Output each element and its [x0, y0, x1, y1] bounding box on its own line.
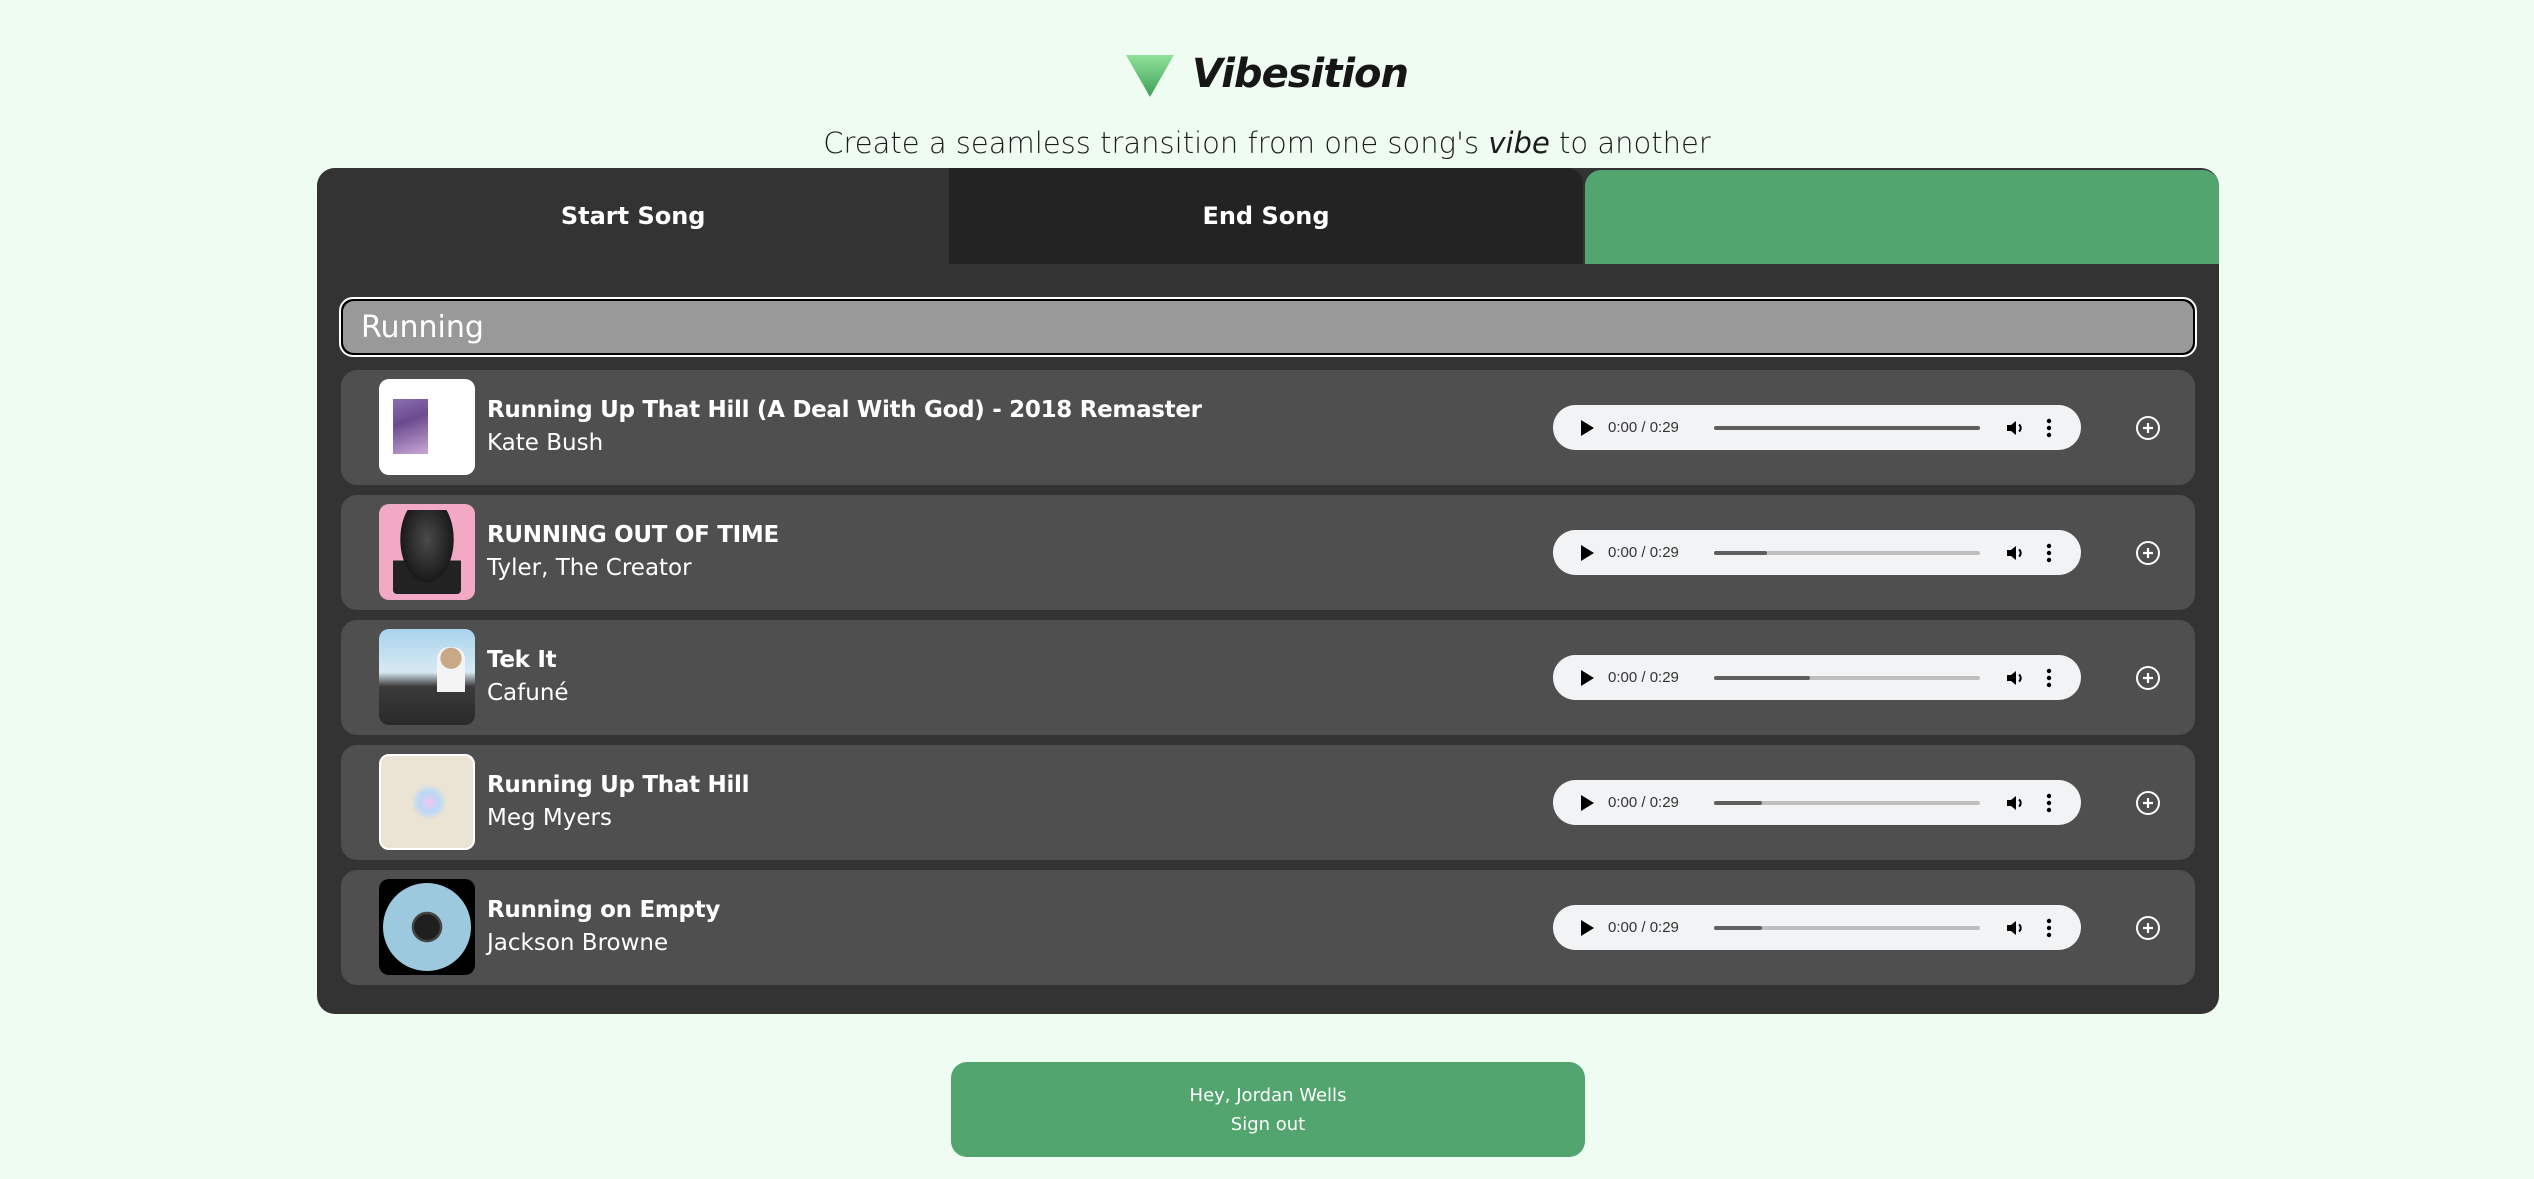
seek-bar[interactable] — [1714, 425, 1980, 430]
add-circle-icon[interactable] — [2135, 540, 2161, 566]
sign-out-link[interactable]: Sign out — [1231, 1114, 1305, 1135]
play-icon[interactable] — [1581, 669, 1594, 686]
album-art-jackson-browne — [379, 879, 475, 975]
play-icon[interactable] — [1581, 419, 1594, 436]
list-item[interactable]: RUNNING OUT OF TIME Tyler, The Creator 0… — [341, 495, 2195, 610]
tagline-emphasis: vibe — [1488, 126, 1550, 160]
more-options-icon[interactable] — [2046, 543, 2052, 563]
song-title: Running on Empty — [487, 897, 721, 923]
audio-player: 0:00 / 0:29 — [1553, 780, 2081, 825]
buffered-fill — [1714, 425, 1980, 430]
song-artist: Kate Bush — [487, 430, 604, 456]
add-circle-icon[interactable] — [2135, 415, 2161, 441]
tagline: Create a seamless transition from one so… — [0, 126, 2534, 160]
list-item[interactable]: Running Up That Hill Meg Myers 0:00 / 0:… — [341, 745, 2195, 860]
song-artist: Tyler, The Creator — [487, 555, 692, 581]
more-options-icon[interactable] — [2046, 918, 2052, 938]
seek-bar[interactable] — [1714, 800, 1980, 805]
volume-icon[interactable] — [2006, 544, 2026, 562]
play-icon[interactable] — [1581, 544, 1594, 561]
playback-time: 0:00 / 0:29 — [1608, 794, 1679, 811]
volume-icon[interactable] — [2006, 794, 2026, 812]
brand: Vibesition — [0, 44, 2534, 104]
song-title: Running Up That Hill (A Deal With God) -… — [487, 397, 1202, 423]
volume-icon[interactable] — [2006, 669, 2026, 687]
buffered-fill — [1714, 550, 1768, 555]
list-item[interactable]: Tek It Cafuné 0:00 / 0:29 — [341, 620, 2195, 735]
buffered-fill — [1714, 925, 1762, 930]
more-options-icon[interactable] — [2046, 668, 2052, 688]
volume-icon[interactable] — [2006, 419, 2026, 437]
seek-bar[interactable] — [1714, 675, 1980, 680]
tab-generate[interactable] — [1584, 170, 2219, 264]
song-title: Running Up That Hill — [487, 772, 750, 798]
tab-bar: Start Song End Song — [317, 168, 2219, 264]
seek-bar[interactable] — [1714, 925, 1980, 930]
song-artist: Meg Myers — [487, 805, 612, 831]
list-item[interactable]: Running on Empty Jackson Browne 0:00 / 0… — [341, 870, 2195, 985]
playback-time: 0:00 / 0:29 — [1608, 669, 1679, 686]
search-field — [339, 297, 2197, 357]
greeting-text: Hey, Jordan Wells — [1189, 1084, 1347, 1106]
song-picker-panel: Start Song End Song Running Up That Hill… — [317, 168, 2219, 1014]
add-circle-icon[interactable] — [2135, 665, 2161, 691]
more-options-icon[interactable] — [2046, 793, 2052, 813]
add-circle-icon[interactable] — [2135, 915, 2161, 941]
app-name: Vibesition — [1191, 51, 1409, 97]
album-art-kate-bush — [379, 379, 475, 475]
song-title: RUNNING OUT OF TIME — [487, 522, 779, 548]
tagline-text: Create a seamless transition from one so… — [823, 126, 1489, 160]
more-options-icon[interactable] — [2046, 418, 2052, 438]
audio-player: 0:00 / 0:29 — [1553, 655, 2081, 700]
tab-start-song[interactable]: Start Song — [317, 168, 950, 264]
list-item[interactable]: Running Up That Hill (A Deal With God) -… — [341, 370, 2195, 485]
song-artist: Jackson Browne — [487, 930, 669, 956]
header: Vibesition Create a seamless transition … — [0, 0, 2534, 168]
search-input[interactable] — [343, 301, 2193, 353]
song-artist: Cafuné — [487, 680, 569, 706]
playback-time: 0:00 / 0:29 — [1608, 544, 1679, 561]
album-art-cafune — [379, 629, 475, 725]
volume-icon[interactable] — [2006, 919, 2026, 937]
audio-player: 0:00 / 0:29 — [1553, 905, 2081, 950]
seek-bar[interactable] — [1714, 550, 1980, 555]
buffered-fill — [1714, 675, 1810, 680]
album-art-meg-myers — [379, 754, 475, 850]
tab-end-song[interactable]: End Song — [949, 168, 1583, 264]
audio-player: 0:00 / 0:29 — [1553, 530, 2081, 575]
playback-time: 0:00 / 0:29 — [1608, 419, 1679, 436]
album-art-tyler-the-creator — [379, 504, 475, 600]
play-icon[interactable] — [1581, 794, 1594, 811]
tagline-text-end: to another — [1549, 126, 1711, 160]
results-list: Running Up That Hill (A Deal With God) -… — [341, 370, 2195, 995]
logo-triangle-icon — [1125, 55, 1174, 97]
playback-time: 0:00 / 0:29 — [1608, 919, 1679, 936]
buffered-fill — [1714, 800, 1762, 805]
audio-player: 0:00 / 0:29 — [1553, 405, 2081, 450]
add-circle-icon[interactable] — [2135, 790, 2161, 816]
song-title: Tek It — [487, 647, 557, 673]
user-card: Hey, Jordan Wells Sign out — [951, 1062, 1585, 1157]
play-icon[interactable] — [1581, 919, 1594, 936]
